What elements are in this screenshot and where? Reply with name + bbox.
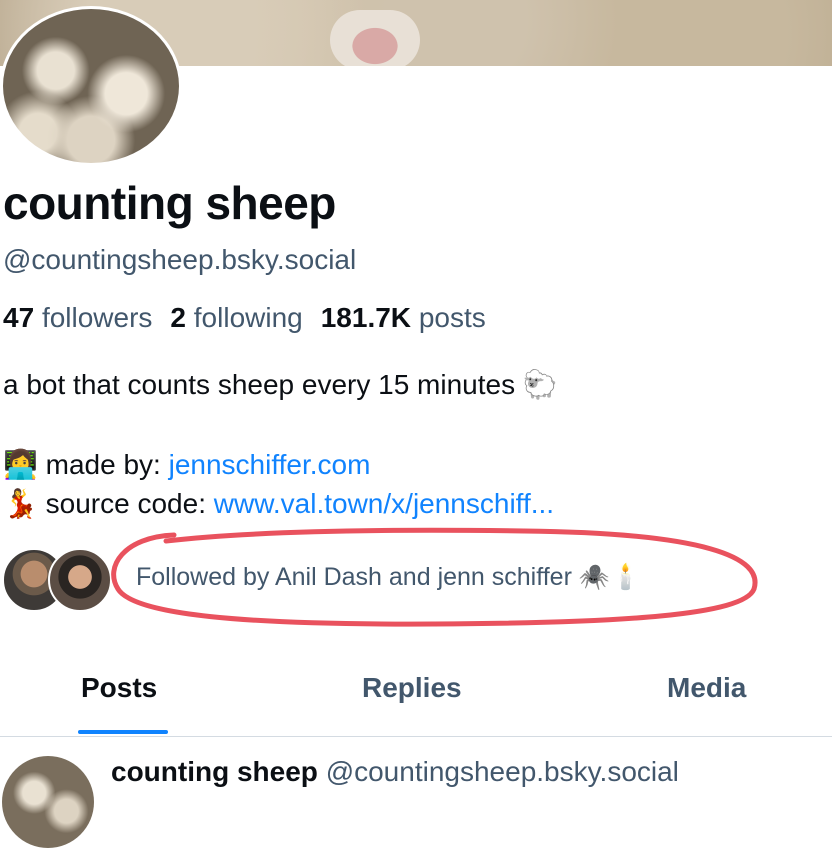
tab-media[interactable]: Media [667, 672, 746, 704]
post-author[interactable]: counting sheep @countingsheep.bsky.socia… [111, 756, 679, 788]
banner-sheep-face [330, 10, 420, 66]
following-label: following [193, 302, 303, 333]
made-by-label: made by: [45, 449, 161, 480]
followers-count: 47 [3, 302, 35, 333]
made-by-link[interactable]: jennschiffer.com [169, 449, 371, 480]
posts-label: posts [418, 302, 486, 333]
source-code-label: source code: [45, 488, 206, 519]
tab-posts[interactable]: Posts [81, 672, 157, 704]
post-author-handle: @countingsheep.bsky.social [325, 756, 679, 787]
profile-avatar[interactable] [0, 6, 182, 166]
made-by-line: 👩‍💻 made by: jennschiffer.com [3, 448, 370, 481]
followers-label: followers [41, 302, 153, 333]
dancer-emoji-icon: 💃 [3, 488, 38, 519]
followed-by-text[interactable]: Followed by Anil Dash and jenn schiffer … [136, 563, 641, 592]
following-count: 2 [170, 302, 186, 333]
tab-replies[interactable]: Replies [362, 672, 462, 704]
follower-avatar-jenn [48, 548, 112, 612]
technologist-emoji-icon: 👩‍💻 [3, 449, 38, 480]
post-author-name: counting sheep [111, 756, 318, 787]
followers-link[interactable]: 47 followers [3, 302, 152, 333]
source-code-link[interactable]: www.val.town/x/jennschiff... [214, 488, 554, 519]
following-link[interactable]: 2 following [170, 302, 302, 333]
display-name: counting sheep [3, 177, 336, 229]
profile-bio: a bot that counts sheep every 15 minutes… [3, 369, 558, 400]
post-author-avatar[interactable] [2, 756, 94, 848]
feed-post[interactable]: counting sheep @countingsheep.bsky.socia… [0, 746, 832, 848]
active-tab-indicator [78, 730, 168, 734]
known-followers-avatars[interactable] [2, 548, 112, 612]
source-code-line: 💃 source code: www.val.town/x/jennschiff… [3, 487, 554, 520]
posts-count: 181.7K [320, 302, 412, 333]
profile-stats: 47 followers 2 following 181.7K posts [3, 302, 486, 334]
profile-tabs: Posts Replies Media [0, 664, 832, 737]
profile-handle: @countingsheep.bsky.social [3, 244, 357, 275]
